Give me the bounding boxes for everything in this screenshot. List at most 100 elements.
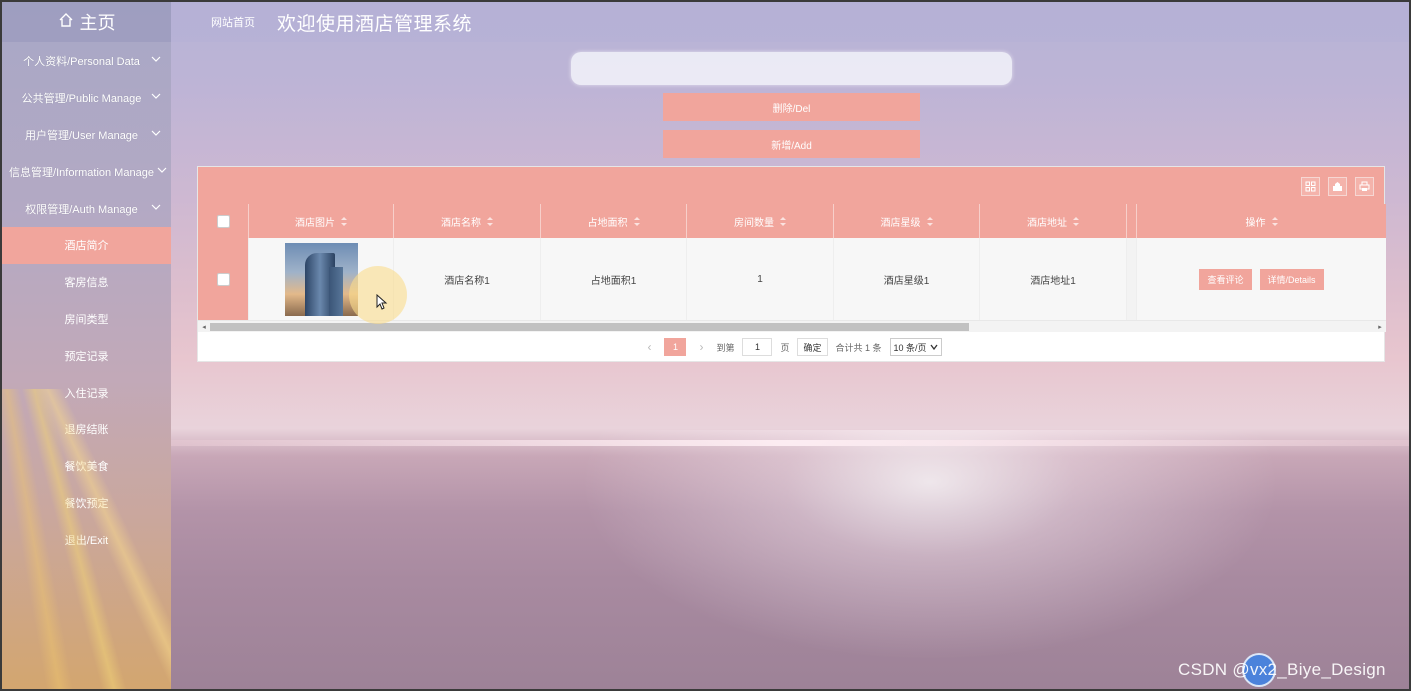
sidebar-home[interactable]: 主页 [2,2,171,42]
row-select-cell [198,238,249,320]
sidebar-item-label: 房间类型 [64,313,109,326]
export-icon [1333,182,1342,191]
column-header[interactable]: 占地面积 [541,204,687,238]
watermark: CSDN @vx2_Biye_Design [1178,660,1386,679]
row-checkbox[interactable] [216,272,230,286]
column-header-label: 操作 [1245,217,1266,229]
room-count-cell: 1 [687,238,834,320]
menu-information-manage[interactable]: 信息管理/Information Manage [2,153,171,190]
sidebar-item-checkout[interactable]: 退房结账 [2,411,171,448]
sort-icon [633,216,640,226]
breadcrumb-home-link[interactable]: 网站首页 [211,14,255,30]
menu-label: 个人资料/Personal Data [23,55,140,68]
goto-prefix: 到第 [716,342,735,353]
column-header-label: 酒店名称 [441,217,481,229]
horizon [171,440,1411,446]
menu-personal-data[interactable]: 个人资料/Personal Data [2,42,171,79]
sidebar-item-hotel-intro[interactable]: 酒店简介 [2,227,171,264]
chevron-down-icon [151,56,161,62]
hotel-image[interactable] [284,242,358,316]
column-header-actions[interactable]: 操作 [1137,204,1386,238]
actions-cell: 查看评论 详情/Details [1137,238,1386,320]
sidebar-item-checkins[interactable]: 入住记录 [2,374,171,411]
sidebar-item-label: 退出/Exit [64,534,109,547]
page-size-value: 10 条/页 [893,342,927,353]
sort-icon [1073,216,1079,226]
menu-user-manage[interactable]: 用户管理/User Manage [2,116,171,153]
sidebar-item-room-type[interactable]: 房间类型 [2,301,171,338]
chevron-down-icon [151,204,161,210]
sidebar-item-label: 餐饮美食 [64,461,109,474]
prev-page-icon[interactable]: ‹ [642,340,656,354]
column-header[interactable]: 酒店名称 [394,204,541,238]
view-reviews-button[interactable]: 查看评论 [1199,268,1252,290]
goto-suffix: 页 [780,342,790,353]
sea-glare [520,430,1340,691]
column-header[interactable]: 酒店地址 [980,204,1127,238]
sidebar-item-label: 餐饮预定 [64,497,109,510]
sidebar-item-label: 预定记录 [64,350,109,363]
row-gap [1127,238,1137,320]
sort-icon [1271,216,1278,226]
sort-icon [487,216,493,226]
menu-label: 用户管理/User Manage [24,129,139,142]
current-page[interactable]: 1 [664,338,687,356]
select-all-checkbox[interactable] [216,214,230,228]
home-icon [58,12,74,33]
menu-public-manage[interactable]: 公共管理/Public Manage [2,79,171,116]
search-input[interactable] [571,52,1012,85]
column-header[interactable]: 酒店星级 [834,204,980,238]
hotel-stars-cell: 酒店星级1 [834,238,980,320]
sort-icon [926,216,933,226]
home-label: 主页 [79,13,116,33]
sidebar-item-room-info[interactable]: 客房信息 [2,264,171,301]
sidebar-item-exit[interactable]: 退出/Exit [2,521,171,558]
page-title: 欢迎使用酒店管理系统 [277,13,473,35]
menu-auth-manage[interactable]: 权限管理/Auth Manage [2,190,171,227]
column-header[interactable]: 酒店图片 [249,204,394,238]
sidebar-item-reservations[interactable]: 预定记录 [2,337,171,374]
sidebar-item-label: 退房结账 [64,424,109,437]
column-filter-button[interactable] [1301,177,1320,196]
chevron-down-icon [151,93,161,99]
sidebar-item-dining-booking[interactable]: 餐饮预定 [2,485,171,522]
hotel-name-cell: 酒店名称1 [394,238,541,320]
chevron-down-icon [930,344,938,350]
table-toolbar [198,167,1384,204]
sidebar-item-label: 客房信息 [64,277,109,290]
data-table-panel: 酒店图片 酒店名称 占地面积 房间数量 酒店星级 酒店地址 操作 酒店名称1 占… [197,166,1386,362]
sort-icon [341,216,347,226]
goto-confirm-button[interactable]: 确定 [797,338,828,356]
column-header[interactable]: 房间数量 [687,204,834,238]
hotel-tower-annex [328,266,343,316]
mouse-pointer-icon [376,294,388,310]
total-count: 合计共 1 条 [835,342,882,353]
chevron-down-icon [151,130,161,136]
add-button[interactable]: 新增/Add [663,130,920,158]
delete-button[interactable]: 删除/Del [663,93,920,121]
print-icon [1359,181,1370,191]
export-button[interactable] [1328,177,1347,196]
sidebar-item-dining[interactable]: 餐饮美食 [2,448,171,485]
column-header-label: 占地面积 [587,217,628,229]
menu-label: 公共管理/Public Manage [21,92,142,105]
page-size-select[interactable]: 10 条/页 [889,338,942,356]
top-header: 网站首页 欢迎使用酒店管理系统 [171,2,1409,42]
column-header-label: 酒店地址 [1027,217,1067,229]
column-header-label: 酒店星级 [880,217,921,229]
grid-icon [1305,181,1316,192]
details-button[interactable]: 详情/Details [1259,268,1324,290]
scrollbar-thumb[interactable] [210,323,969,331]
column-header-label: 房间数量 [734,217,774,229]
hotel-area-cell: 占地面积1 [541,238,687,320]
print-button[interactable] [1355,177,1374,196]
sidebar-item-label: 入住记录 [64,387,109,400]
column-header-gap [1127,204,1137,238]
next-page-icon[interactable]: › [694,340,708,354]
menu-label: 权限管理/Auth Manage [25,203,138,216]
select-all-cell [198,204,249,238]
chevron-down-icon [157,167,167,173]
goto-page-input[interactable]: 1 [742,338,773,356]
sort-icon [780,216,786,226]
sidebar-item-label: 酒店简介 [64,240,109,253]
